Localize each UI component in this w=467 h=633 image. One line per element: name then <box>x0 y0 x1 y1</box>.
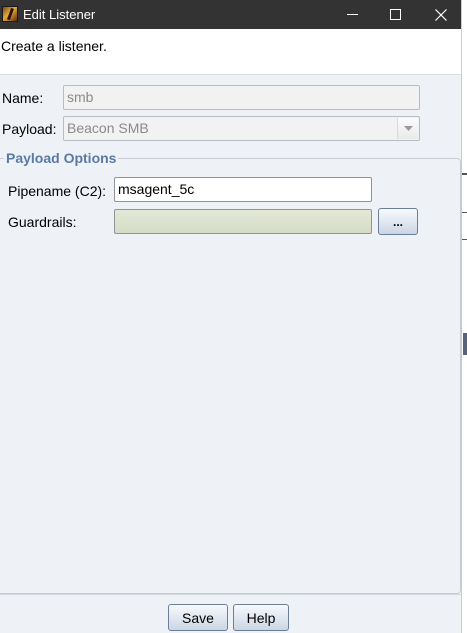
edge-mark <box>463 333 467 355</box>
payload-dropdown-button[interactable] <box>397 118 418 139</box>
footer-divider <box>0 594 461 595</box>
app-icon <box>2 6 18 22</box>
dialog-header: Create a listener. <box>0 29 461 75</box>
maximize-button[interactable] <box>372 0 418 29</box>
window-title: Edit Listener <box>23 7 96 22</box>
save-button[interactable]: Save <box>168 604 228 631</box>
payload-options-title: Payload Options <box>4 150 119 166</box>
pipename-input[interactable]: msagent_5c <box>114 177 372 202</box>
edge-mark <box>462 212 467 240</box>
title-bar: Edit Listener <box>0 0 461 29</box>
guardrails-input[interactable] <box>114 209 372 234</box>
chevron-down-icon <box>403 125 413 131</box>
help-button[interactable]: Help <box>233 604 289 631</box>
pipename-label: Pipename (C2): <box>8 183 107 199</box>
guardrails-label: Guardrails: <box>8 214 77 230</box>
minimize-button[interactable] <box>329 0 375 29</box>
close-button[interactable] <box>418 0 464 29</box>
guardrails-browse-button[interactable]: ... <box>378 208 418 235</box>
header-description: Create a listener. <box>1 38 107 54</box>
name-field[interactable]: smb <box>63 85 420 110</box>
maximize-icon <box>389 9 401 20</box>
minimize-icon <box>346 14 358 15</box>
payload-select[interactable]: Beacon SMB <box>63 116 420 141</box>
payload-select-value: Beacon SMB <box>67 120 149 136</box>
payload-label: Payload: <box>2 121 57 137</box>
window-edge <box>461 0 467 633</box>
name-label: Name: <box>2 90 44 106</box>
edge-mark <box>462 173 467 175</box>
close-icon <box>435 8 447 21</box>
